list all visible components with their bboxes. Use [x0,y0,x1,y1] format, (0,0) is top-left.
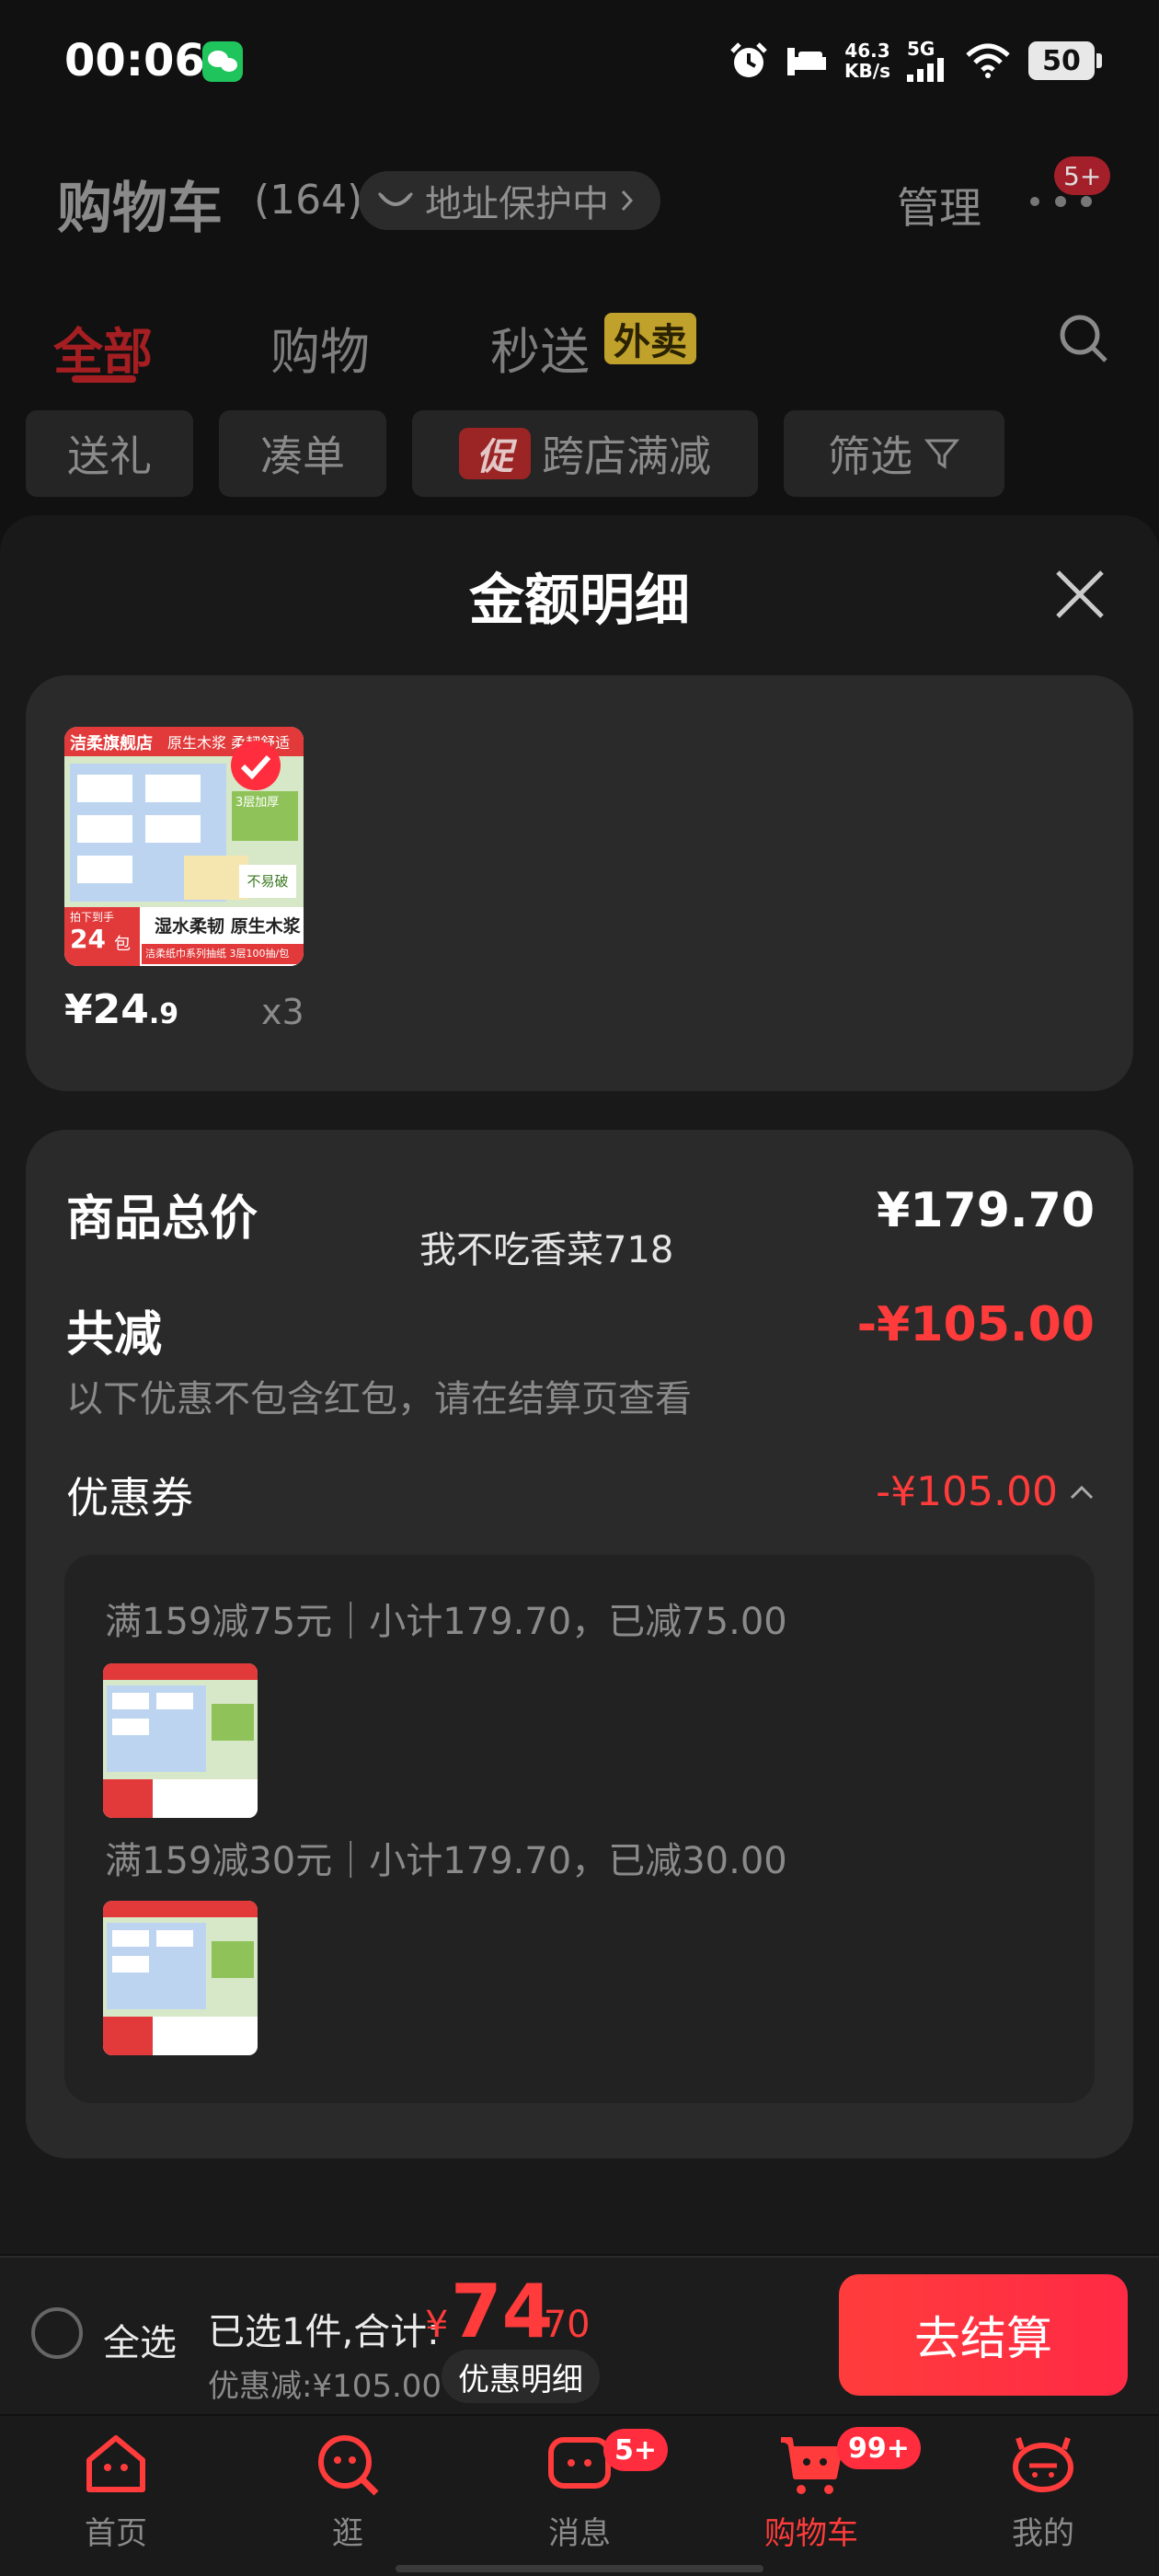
check-icon[interactable] [230,740,281,791]
cart-icon [781,2437,843,2494]
product-price: ¥24.9 [64,986,179,1033]
chevron-right-icon [621,190,634,212]
battery-indicator: 50 [1028,41,1102,80]
coupon-product-thumb-2[interactable] [103,1901,258,2055]
cart-badge: 99+ [837,2427,921,2469]
nav-explore[interactable]: 逛 [256,2429,440,2567]
cellular-signal: 5G [907,40,947,82]
discount-summary: 优惠减:¥105.00 [208,2368,442,2405]
cart-count: (164) [254,177,363,224]
img-sub-text: 洁柔纸巾系列抽纸 3层100抽/包 [142,944,304,964]
nav-home[interactable]: 首页 [24,2429,208,2567]
address-protect-pill[interactable]: 地址保护中 [359,171,660,230]
alarm-icon [730,42,767,77]
chevron-up-icon [1070,1485,1094,1499]
net-speed: 46.3 KB/s [844,40,890,82]
reduce-value: -¥105.00 [856,1297,1095,1352]
explore-icon [318,2435,379,2496]
more-badge: 5+ [1054,156,1111,195]
filter-icon [924,439,960,469]
more-icon[interactable] [1028,195,1093,208]
img-count-unit: 包 [114,935,131,954]
nav-profile-label: 我的 [1012,2515,1074,2552]
coupon-toggle[interactable]: -¥105.00 [876,1468,1095,1515]
nav-profile[interactable]: 我的 [951,2429,1135,2567]
wifi-icon [966,43,1010,78]
reduce-note: 以下优惠不包含红包，请在结算页查看 [66,1378,692,1420]
messages-badge: 5+ [603,2429,669,2471]
coupon-line-2: 满159减30元｜小计179.70，已减30.00 [105,1840,787,1882]
manage-button[interactable]: 管理 [897,175,981,236]
chip-combine-label: 凑单 [260,431,345,481]
checkout-button[interactable]: 去结算 [839,2274,1128,2396]
total-price-label: 商品总价 [66,1191,258,1247]
selected-summary: 已选1件,合计: [208,2311,440,2353]
signal-icon [907,58,944,82]
product-image[interactable]: 洁柔旗舰店 原生木浆 柔韧舒适 3层加厚 不易破 拍下到手 24 包 湿水柔韧 … [64,727,304,966]
chip-filter-label: 筛选 [828,431,912,481]
sheet-title: 金额明细 [469,569,690,633]
status-time: 00:06 [64,35,205,86]
message-icon [548,2437,611,2489]
tab-underline [72,375,136,383]
status-icons: 46.3 KB/s 5G 50 [729,37,1102,85]
close-icon[interactable] [1052,567,1107,622]
nav-explore-label: 逛 [332,2515,363,2552]
waimai-tag: 外卖 [604,313,696,364]
address-protect-label: 地址保护中 [425,183,609,225]
tab-shopping[interactable]: 购物 [270,311,370,384]
img-store-name: 洁柔旗舰店 [70,734,153,753]
chip-gift[interactable]: 送礼 [26,410,193,497]
img-bottom-text: 湿水柔韧 原生木浆 [155,916,301,937]
sleep-mode-icon [787,48,827,75]
total-price-value: ¥179.70 [877,1183,1095,1238]
wechat-icon [202,41,243,82]
home-indicator [396,2565,763,2572]
product-qty: x3 [261,992,304,1032]
select-all-label[interactable]: 全选 [103,2313,177,2366]
chip-filter[interactable]: 筛选 [784,410,1004,497]
img-count-label: 拍下到手 [70,911,115,924]
coupon-label: 优惠券 [66,1473,193,1523]
chip-cross-store-label: 跨店满减 [542,431,711,481]
img-feature: 不易破 [239,865,296,898]
img-count: 24 [70,924,106,954]
coupon-value: -¥105.00 [876,1468,1058,1515]
select-all-checkbox[interactable] [31,2307,83,2359]
reduce-label: 共减 [66,1307,163,1363]
discount-detail-button[interactable]: 优惠明细 [442,2350,600,2403]
home-icon [86,2435,145,2492]
watermark: 我不吃香菜718 [419,1229,674,1271]
nav-cart-label: 购物车 [764,2515,858,2552]
profile-icon [1013,2437,1073,2492]
chip-combine[interactable]: 凑单 [219,410,386,497]
smile-icon [377,191,414,206]
search-icon[interactable] [1056,311,1111,366]
coupon-product-thumb-1[interactable] [103,1663,258,1818]
total-decimal: .70 [532,2304,591,2346]
tab-all[interactable]: 全部 [53,311,153,384]
nav-messages-label: 消息 [548,2515,611,2552]
tab-instant[interactable]: 秒送 [490,311,590,384]
coupon-line-1: 满159减75元｜小计179.70，已减75.00 [105,1601,787,1643]
total-yen: ¥ [425,2304,449,2346]
page-title: 购物车 [57,177,223,241]
img-side: 3层加厚 [232,791,298,841]
chip-gift-label: 送礼 [67,431,152,481]
chip-cross-store[interactable]: 促 跨店满减 [412,410,758,497]
promo-tag: 促 [459,428,531,479]
nav-home-label: 首页 [85,2515,147,2552]
